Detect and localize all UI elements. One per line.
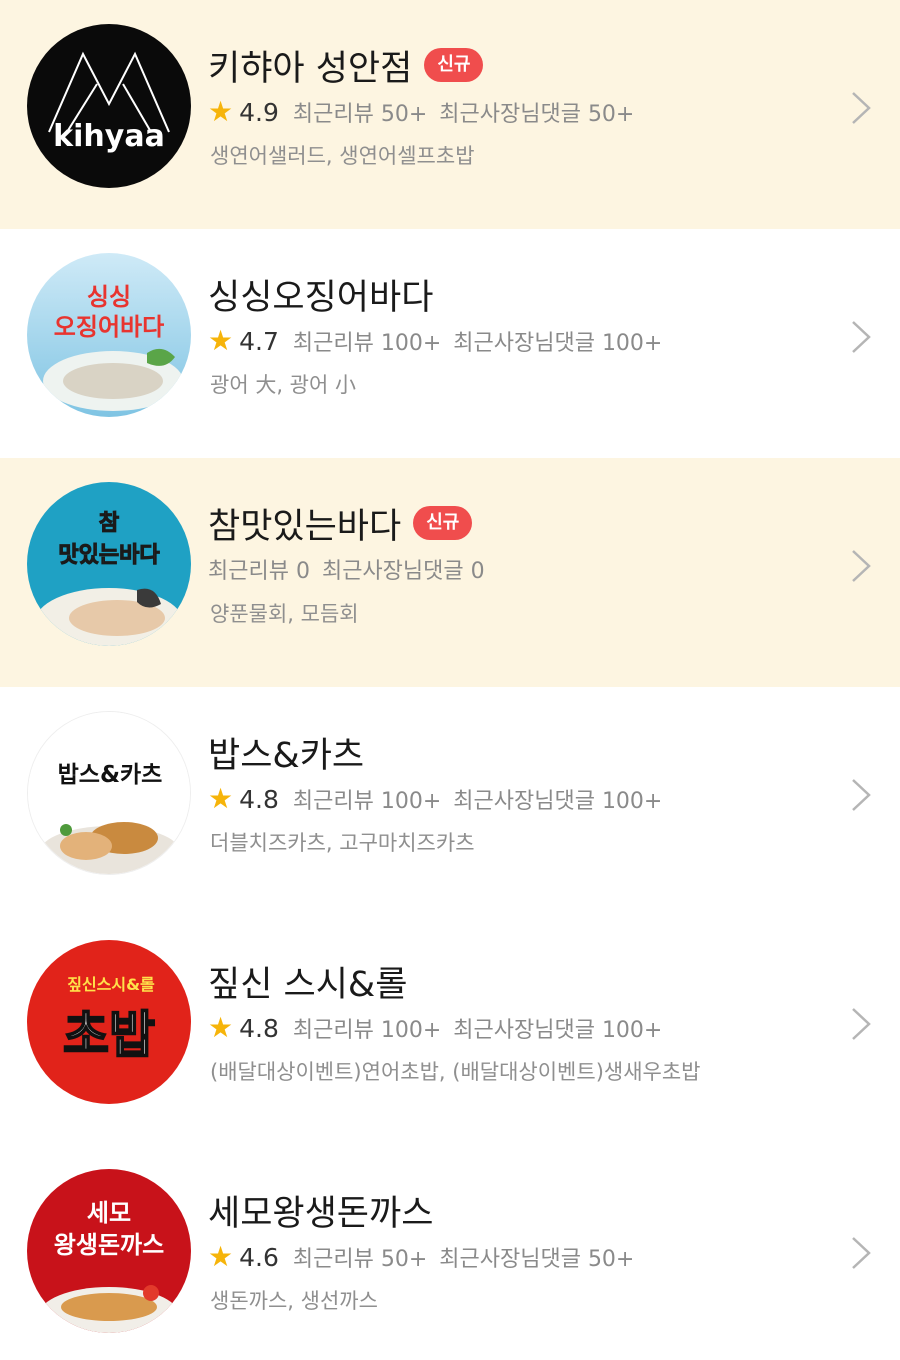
rating-value: 4.9 — [239, 97, 279, 127]
store-name: 참맛있는바다 — [208, 506, 402, 547]
recent-reviews: 최근리뷰 100+ — [292, 1018, 442, 1043]
store-row[interactable]: kihyaa 키햐아 성안점 신규 ★ 4.9 최근리뷰 50+ 최근사장님댓글… — [0, 0, 900, 229]
store-meta: ★ 4.7 최근리뷰 100+ 최근사장님댓글 100+ — [208, 322, 662, 360]
star-icon: ★ — [208, 323, 234, 357]
logo-text: 세모 — [87, 1199, 131, 1227]
store-meta: ★ 4.6 최근리뷰 50+ 최근사장님댓글 50+ — [208, 1238, 634, 1276]
store-logo: 참 맛있는바다 — [27, 482, 191, 646]
new-badge: 신규 — [413, 506, 473, 540]
star-icon: ★ — [208, 1239, 234, 1273]
menu-summary: 생돈까스, 생선까스 — [210, 1289, 378, 1313]
menu-summary: 생연어샐러드, 생연어셀프초밥 — [210, 144, 475, 168]
recent-reviews: 최근리뷰 50+ — [292, 1247, 428, 1272]
store-meta: ★ 4.9 최근리뷰 50+ 최근사장님댓글 50+ — [208, 93, 634, 131]
chevron-right-icon[interactable] — [848, 775, 874, 815]
menu-summary: 더블치즈카츠, 고구마치즈카츠 — [210, 831, 475, 855]
logo-text: 오징어바다 — [54, 313, 164, 341]
chevron-right-icon[interactable] — [848, 1233, 874, 1273]
menu-summary: 광어 大, 광어 小 — [210, 373, 356, 397]
owner-replies: 최근사장님댓글 100+ — [453, 331, 663, 356]
star-icon: ★ — [208, 1010, 234, 1044]
store-logo: 세모 왕생돈까스 — [27, 1169, 191, 1333]
store-name: 세모왕생돈까스 — [208, 1193, 434, 1234]
recent-reviews: 최근리뷰 0 — [208, 559, 310, 584]
store-name: 밥스&카츠 — [208, 735, 365, 776]
logo-text: 싱싱 — [87, 283, 131, 311]
rating-value: 4.8 — [239, 784, 279, 814]
chevron-right-icon[interactable] — [848, 88, 874, 128]
store-meta: ★ 4.8 최근리뷰 100+ 최근사장님댓글 100+ — [208, 1009, 662, 1047]
store-row[interactable]: 밥스&카츠 밥스&카츠 ★ 4.8 최근리뷰 100+ 최근사장님댓글 100+… — [0, 687, 900, 916]
store-row[interactable]: 참 맛있는바다 참맛있는바다 신규 최근리뷰 0 최근사장님댓글 0 양푼물회,… — [0, 458, 900, 687]
owner-replies: 최근사장님댓글 100+ — [453, 1018, 663, 1043]
chevron-right-icon[interactable] — [848, 1004, 874, 1044]
menu-summary: 양푼물회, 모듬회 — [210, 602, 359, 626]
store-meta: ★ 4.8 최근리뷰 100+ 최근사장님댓글 100+ — [208, 780, 662, 818]
chevron-right-icon[interactable] — [848, 546, 874, 586]
rating-value: 4.8 — [239, 1013, 279, 1043]
store-row[interactable]: 싱싱 오징어바다 싱싱오징어바다 ★ 4.7 최근리뷰 100+ 최근사장님댓글… — [0, 229, 900, 458]
logo-text: 초밥 — [63, 1006, 155, 1064]
store-name: 싱싱오징어바다 — [208, 277, 434, 318]
store-list: kihyaa 키햐아 성안점 신규 ★ 4.9 최근리뷰 50+ 최근사장님댓글… — [0, 0, 900, 1360]
new-badge: 신규 — [424, 48, 484, 82]
rating-value: 4.6 — [239, 1242, 279, 1272]
star-icon: ★ — [208, 94, 234, 128]
owner-replies: 최근사장님댓글 100+ — [453, 789, 663, 814]
logo-text: 왕생돈까스 — [54, 1231, 164, 1259]
store-meta: 최근리뷰 0 최근사장님댓글 0 — [208, 550, 485, 588]
recent-reviews: 최근리뷰 100+ — [292, 331, 442, 356]
logo-text: kihyaa — [53, 119, 165, 154]
logo-text: 맛있는바다 — [58, 543, 160, 568]
store-name: 키햐아 성안점 — [208, 48, 413, 89]
star-icon: ★ — [208, 781, 234, 815]
recent-reviews: 최근리뷰 50+ — [292, 102, 428, 127]
store-row[interactable]: 짚신스시&롤 초밥 짚신 스시&롤 ★ 4.8 최근리뷰 100+ 최근사장님댓… — [0, 916, 900, 1145]
logo-text: 참 — [99, 511, 119, 536]
store-name: 짚신 스시&롤 — [208, 964, 408, 1005]
owner-replies: 최근사장님댓글 50+ — [439, 1247, 635, 1272]
store-logo: 싱싱 오징어바다 — [27, 253, 191, 417]
chevron-right-icon[interactable] — [848, 317, 874, 357]
logo-text: 밥스&카츠 — [58, 762, 163, 788]
rating-value: 4.7 — [239, 326, 279, 356]
store-logo: 짚신스시&롤 초밥 — [27, 940, 191, 1104]
logo-text: 짚신스시&롤 — [67, 975, 155, 994]
menu-summary: (배달대상이벤트)연어초밥, (배달대상이벤트)생새우초밥 — [210, 1060, 701, 1084]
store-logo: 밥스&카츠 — [27, 711, 191, 875]
store-logo: kihyaa — [27, 24, 191, 188]
store-row[interactable]: 세모 왕생돈까스 세모왕생돈까스 ★ 4.6 최근리뷰 50+ 최근사장님댓글 … — [0, 1145, 900, 1360]
owner-replies: 최근사장님댓글 0 — [321, 559, 485, 584]
owner-replies: 최근사장님댓글 50+ — [439, 102, 635, 127]
recent-reviews: 최근리뷰 100+ — [292, 789, 442, 814]
